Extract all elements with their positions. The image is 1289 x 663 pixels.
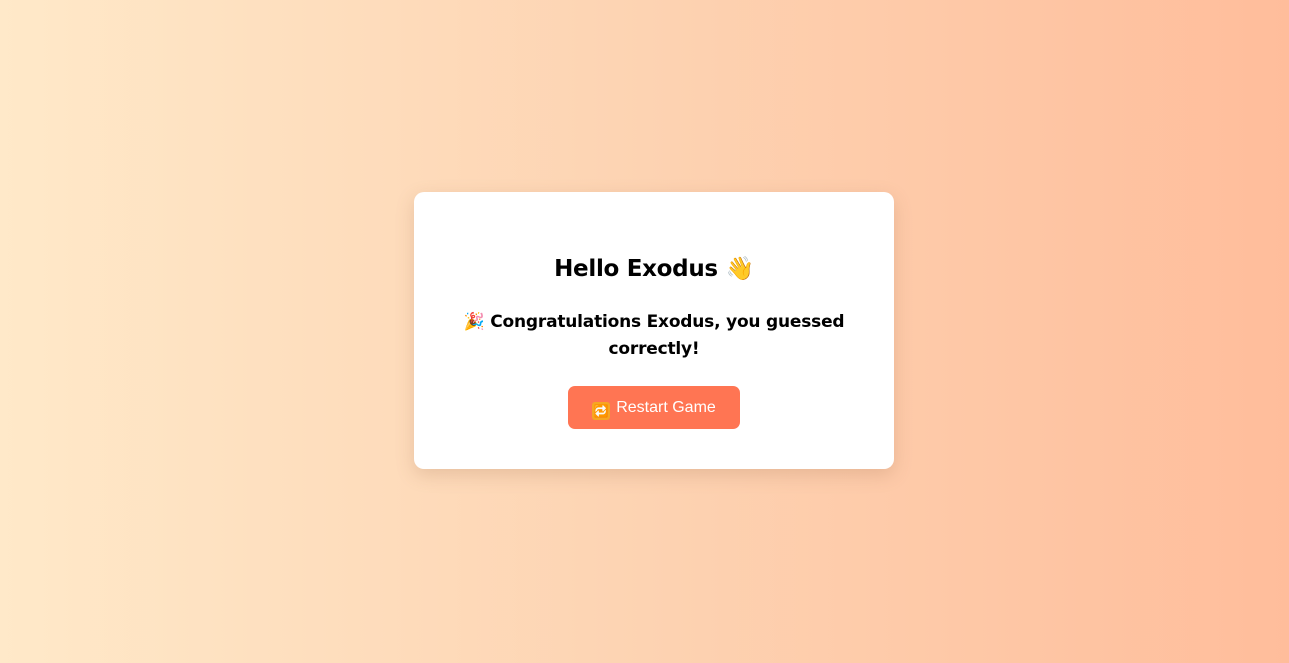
restart-button-label: Restart Game — [616, 399, 716, 416]
greeting-heading: Hello Exodus 👋 — [414, 254, 894, 284]
message-text: Congratulations Exodus, you guessed corr… — [490, 312, 845, 359]
repeat-icon: 🔁 — [592, 402, 611, 420]
greeting-text: Hello Exodus — [554, 256, 718, 282]
waving-hand-icon: 👋 — [725, 256, 755, 282]
congratulations-message: 🎉 Congratulations Exodus, you guessed co… — [454, 309, 854, 363]
party-popper-icon: 🎉 — [463, 312, 485, 332]
result-card: Hello Exodus 👋 🎉 Congratulations Exodus,… — [414, 192, 894, 469]
restart-game-button[interactable]: 🔁 Restart Game — [568, 386, 740, 429]
